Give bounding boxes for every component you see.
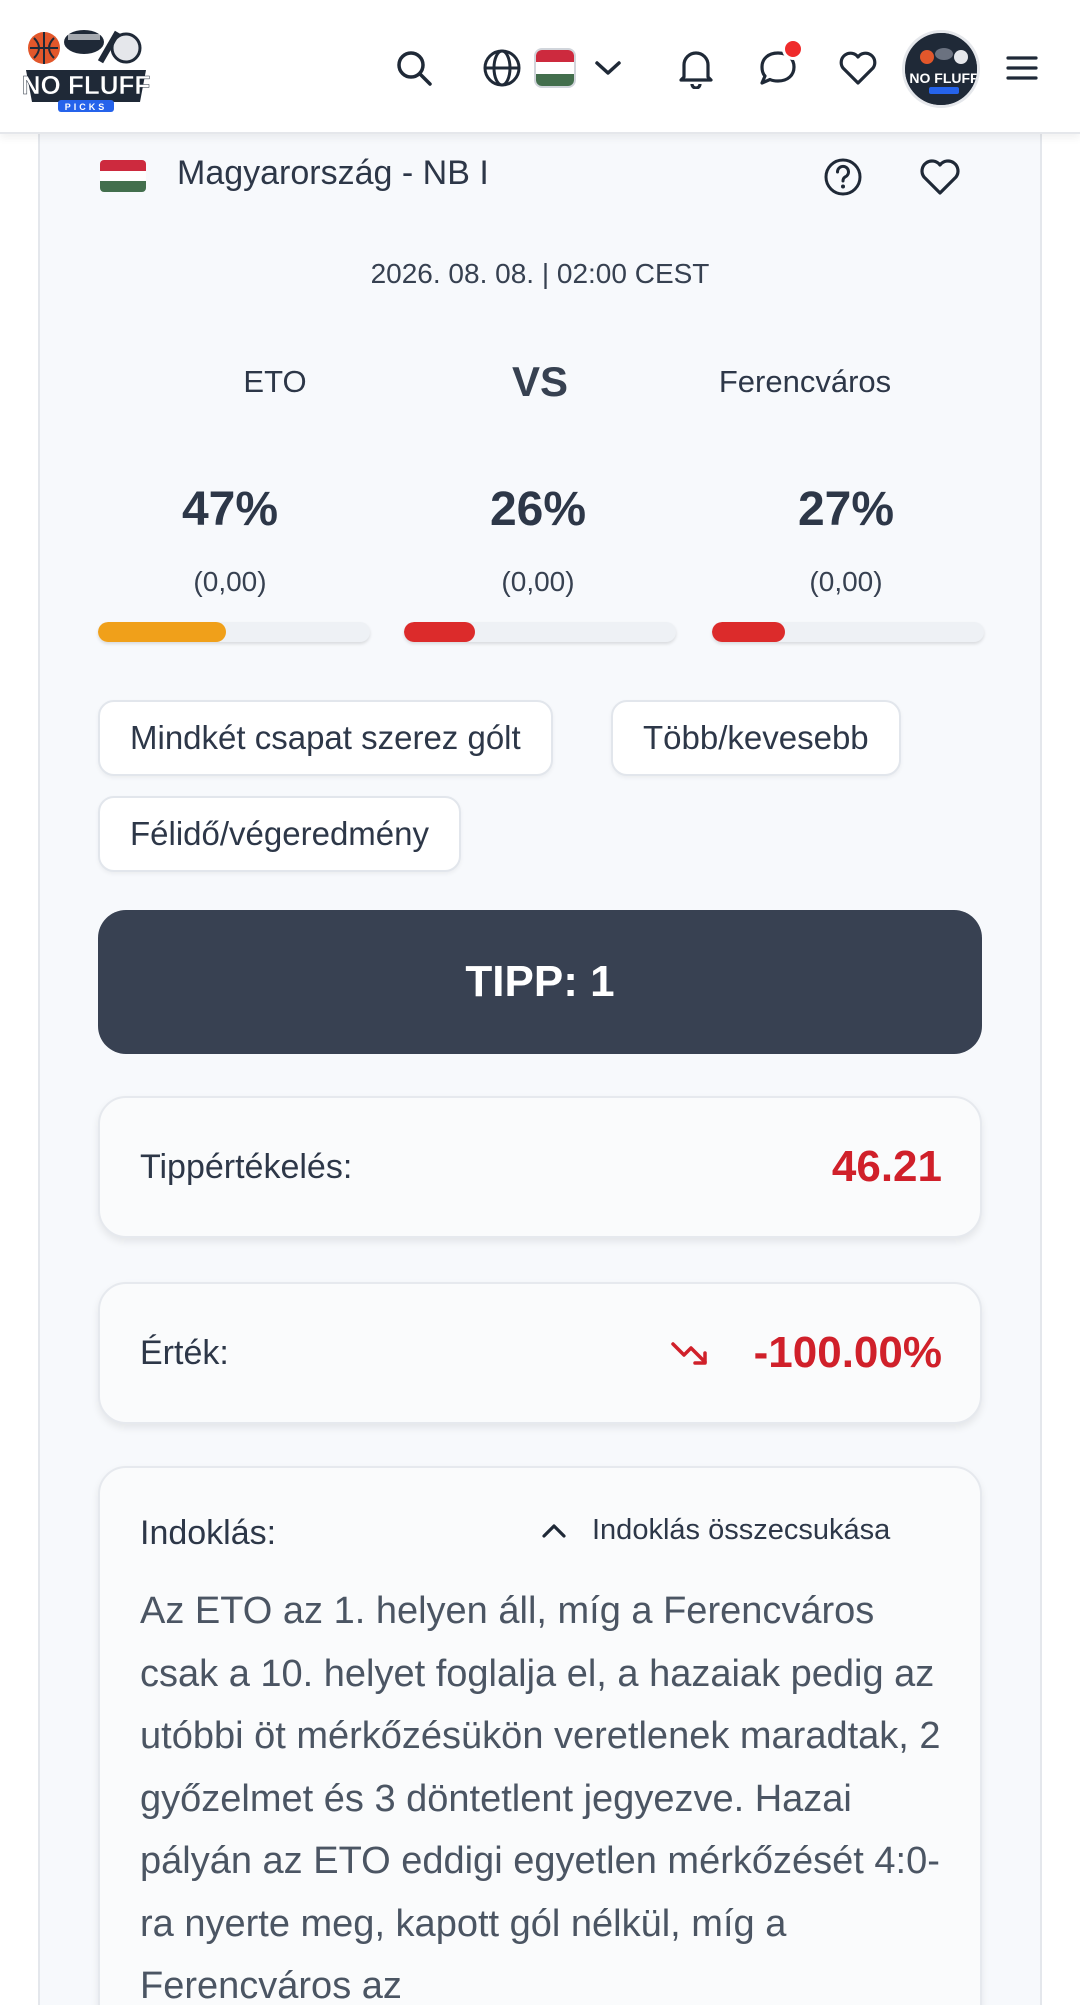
tip-rating-label: Tippértékelés: [140,1148,353,1186]
reasoning-label: Indoklás: [140,1514,277,1552]
home-win-percent: 47% [181,483,279,536]
away-team-name: Ferencváros [718,364,892,399]
value-percent: -100.00% [753,1328,942,1377]
help-icon[interactable] [820,154,866,200]
tip-rating-panel: Tippértékelés: 46.21 [98,1096,982,1238]
away-win-percent: 27% [797,483,895,536]
svg-text:NO FLUFF: NO FLUFF [22,70,150,100]
bell-icon[interactable] [668,40,724,96]
away-win-bar-fill [712,622,786,642]
notification-badge [782,38,804,60]
heart-icon[interactable] [830,40,886,96]
hamburger-menu-icon[interactable] [994,40,1050,96]
home-win-odds: (0,00) [193,566,267,597]
collapse-reasoning-label: Indoklás összecsukása [592,1514,891,1546]
svg-text:PICKS: PICKS [65,102,108,112]
draw-percent: 26% [489,483,587,536]
globe-icon[interactable] [474,40,530,96]
draw-odds: (0,00) [501,566,575,597]
favorite-heart-icon[interactable] [916,154,964,200]
value-label: Érték: [140,1334,229,1372]
chevron-down-icon[interactable] [580,40,636,96]
search-icon[interactable] [386,40,442,96]
market-chip-halftime-fulltime[interactable]: Félidő/végeredmény [98,796,461,872]
away-win-odds: (0,00) [809,566,883,597]
top-nav-bar: NO FLUFF PICKS NO FLUFF [0,0,1080,134]
hungary-flag-icon [100,160,146,192]
reasoning-text: Az ETO az 1. helyen áll, míg a Ferencvár… [140,1590,941,2005]
draw-bar-fill [404,622,475,642]
site-logo[interactable]: NO FLUFF PICKS [21,26,151,112]
tip-button[interactable]: TIPP: 1 [98,910,982,1054]
draw-bar [404,622,676,642]
market-chip-btts[interactable]: Mindkét csapat szerez gólt [98,700,553,776]
match-datetime: 2026. 08. 08. | 02:00 CEST [370,258,710,289]
trend-down-icon [670,1336,710,1370]
chevron-up-icon [542,1523,566,1538]
league-name: Magyarország - NB I [177,154,489,192]
reasoning-panel: Indoklás: Indoklás összecsukása Az ETO a… [98,1466,982,2005]
value-panel: Érték: -100.00% [98,1282,982,1424]
home-win-bar [98,622,370,642]
language-flag-hungary-icon[interactable] [534,48,576,88]
svg-text:NO FLUFF: NO FLUFF [909,70,979,86]
tip-rating-value: 46.21 [831,1142,942,1191]
collapse-reasoning-button[interactable]: Indoklás összecsukása [540,1514,890,1547]
home-win-bar-fill [98,622,226,642]
away-win-bar [712,622,984,642]
user-avatar[interactable]: NO FLUFF [902,30,980,108]
market-chip-over-under[interactable]: Több/kevesebb [611,700,901,776]
